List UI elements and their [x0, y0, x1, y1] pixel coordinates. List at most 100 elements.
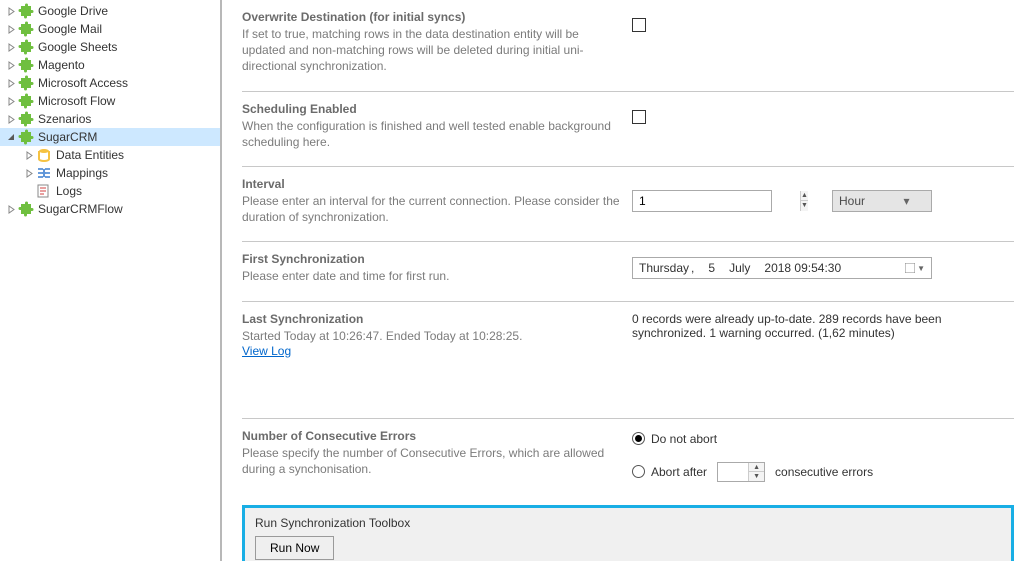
chevron-right-icon: [22, 184, 36, 198]
tree-item-label: Google Drive: [36, 4, 108, 18]
sidebar-item-data-entities[interactable]: Data Entities: [0, 146, 220, 164]
tree-item-label: Google Mail: [36, 22, 102, 36]
interval-unit-combo[interactable]: Hour ▾: [832, 190, 932, 212]
sidebar-item-sugarcrm[interactable]: SugarCRM: [0, 128, 220, 146]
sidebar-item-magento[interactable]: Magento: [0, 56, 220, 74]
tree-item-label: Data Entities: [54, 148, 124, 162]
overwrite-destination-section: Overwrite Destination (for initial syncs…: [242, 0, 1014, 92]
section-desc: Started Today at 10:26:47. Ended Today a…: [242, 328, 622, 344]
data-icon: [36, 147, 52, 163]
logs-icon: [36, 183, 52, 199]
radio-label: Do not abort: [651, 432, 717, 446]
puzzle-icon: [18, 201, 34, 217]
interval-input[interactable]: [633, 191, 800, 211]
scheduling-checkbox[interactable]: [632, 110, 646, 124]
section-desc: Please enter date and time for first run…: [242, 268, 622, 284]
combo-value: Hour: [833, 194, 882, 208]
run-now-button[interactable]: Run Now: [255, 536, 334, 560]
error-count-spinner[interactable]: ▲ ▼: [717, 462, 765, 482]
sidebar-item-sugarcrmflow[interactable]: SugarCRMFlow: [0, 200, 220, 218]
section-title: Last Synchronization: [242, 312, 622, 326]
puzzle-icon: [18, 75, 34, 91]
scheduling-section: Scheduling Enabled When the configuratio…: [242, 92, 1014, 167]
section-title: Interval: [242, 177, 622, 191]
tree-item-label: Szenarios: [36, 112, 91, 126]
chevron-right-icon[interactable]: [4, 58, 18, 72]
chevron-right-icon[interactable]: [4, 4, 18, 18]
settings-panel: Overwrite Destination (for initial syncs…: [222, 0, 1024, 561]
sidebar-item-mappings[interactable]: Mappings: [0, 164, 220, 182]
radio-label-suffix: consecutive errors: [775, 465, 873, 479]
spinner-down-icon[interactable]: ▼: [801, 201, 808, 211]
tree-item-label: Microsoft Flow: [36, 94, 115, 108]
radio-label: Abort after: [651, 465, 707, 479]
sidebar-item-logs[interactable]: Logs: [0, 182, 220, 200]
first-sync-datepicker[interactable]: Thursday , 5 July 2018 09:54:30 ▼: [632, 257, 932, 279]
section-title: First Synchronization: [242, 252, 622, 266]
radio-icon: [632, 432, 645, 445]
mappings-icon: [36, 165, 52, 181]
chevron-right-icon[interactable]: [22, 166, 36, 180]
spinner-down-icon[interactable]: ▼: [749, 472, 764, 481]
chevron-down-icon: ▼: [917, 264, 925, 273]
puzzle-icon: [18, 93, 34, 109]
sidebar-item-google-sheets[interactable]: Google Sheets: [0, 38, 220, 56]
chevron-right-icon[interactable]: [4, 202, 18, 216]
error-count-input[interactable]: [718, 466, 748, 478]
section-desc: When the configuration is finished and w…: [242, 118, 622, 150]
chevron-down-icon: ▾: [882, 194, 931, 208]
dp-sep: ,: [691, 261, 694, 275]
sidebar: Google Drive Google Mail Google Sheets Mage…: [0, 0, 220, 561]
chevron-right-icon[interactable]: [4, 94, 18, 108]
puzzle-icon: [18, 21, 34, 37]
chevron-right-icon[interactable]: [4, 76, 18, 90]
section-title: Number of Consecutive Errors: [242, 429, 622, 443]
run-sync-toolbox: Run Synchronization Toolbox Run Now: [242, 505, 1014, 561]
interval-section: Interval Please enter an interval for th…: [242, 167, 1014, 242]
dp-month: July: [729, 261, 750, 275]
sidebar-item-szenarios[interactable]: Szenarios: [0, 110, 220, 128]
consecutive-errors-section: Number of Consecutive Errors Please spec…: [242, 419, 1014, 501]
overwrite-checkbox[interactable]: [632, 18, 646, 32]
radio-abort-after[interactable]: Abort after ▲ ▼ consecutive errors: [632, 462, 873, 482]
tree-item-label: Microsoft Access: [36, 76, 128, 90]
tree-item-label: SugarCRMFlow: [36, 202, 123, 216]
dp-year-time: 2018 09:54:30: [764, 261, 841, 275]
tree-item-label: Magento: [36, 58, 85, 72]
section-desc: Please enter an interval for the current…: [242, 193, 622, 225]
chevron-right-icon[interactable]: [4, 40, 18, 54]
tree-item-label: Mappings: [54, 166, 108, 180]
spinner-up-icon[interactable]: ▲: [801, 191, 808, 201]
first-sync-section: First Synchronization Please enter date …: [242, 242, 1014, 301]
spinner-up-icon[interactable]: ▲: [749, 463, 764, 472]
dp-weekday: Thursday: [639, 261, 689, 275]
tree-item-label: Google Sheets: [36, 40, 117, 54]
section-title: Scheduling Enabled: [242, 102, 622, 116]
radio-icon: [632, 465, 645, 478]
puzzle-icon: [18, 111, 34, 127]
chevron-right-icon[interactable]: [4, 112, 18, 126]
toolbox-title: Run Synchronization Toolbox: [255, 516, 1001, 530]
tree-item-label: Logs: [54, 184, 82, 198]
section-desc: Please specify the number of Consecutive…: [242, 445, 622, 477]
puzzle-icon: [18, 3, 34, 19]
dp-day: 5: [708, 261, 715, 275]
chevron-right-icon[interactable]: [22, 148, 36, 162]
chevron-down-icon[interactable]: [4, 130, 18, 144]
interval-spinner[interactable]: ▲ ▼: [632, 190, 772, 212]
sidebar-item-microsoft-flow[interactable]: Microsoft Flow: [0, 92, 220, 110]
last-sync-result: 0 records were already up-to-date. 289 r…: [632, 312, 942, 340]
puzzle-icon: [18, 39, 34, 55]
section-title: Overwrite Destination (for initial syncs…: [242, 10, 622, 24]
sidebar-item-microsoft-access[interactable]: Microsoft Access: [0, 74, 220, 92]
view-log-link[interactable]: View Log: [242, 344, 622, 358]
puzzle-icon: [18, 129, 34, 145]
calendar-icon: [905, 263, 915, 273]
last-sync-section: Last Synchronization Started Today at 10…: [242, 302, 1014, 419]
sidebar-item-google-drive[interactable]: Google Drive: [0, 2, 220, 20]
tree-item-label: SugarCRM: [36, 130, 97, 144]
sidebar-item-google-mail[interactable]: Google Mail: [0, 20, 220, 38]
radio-do-not-abort[interactable]: Do not abort: [632, 432, 717, 446]
puzzle-icon: [18, 57, 34, 73]
chevron-right-icon[interactable]: [4, 22, 18, 36]
